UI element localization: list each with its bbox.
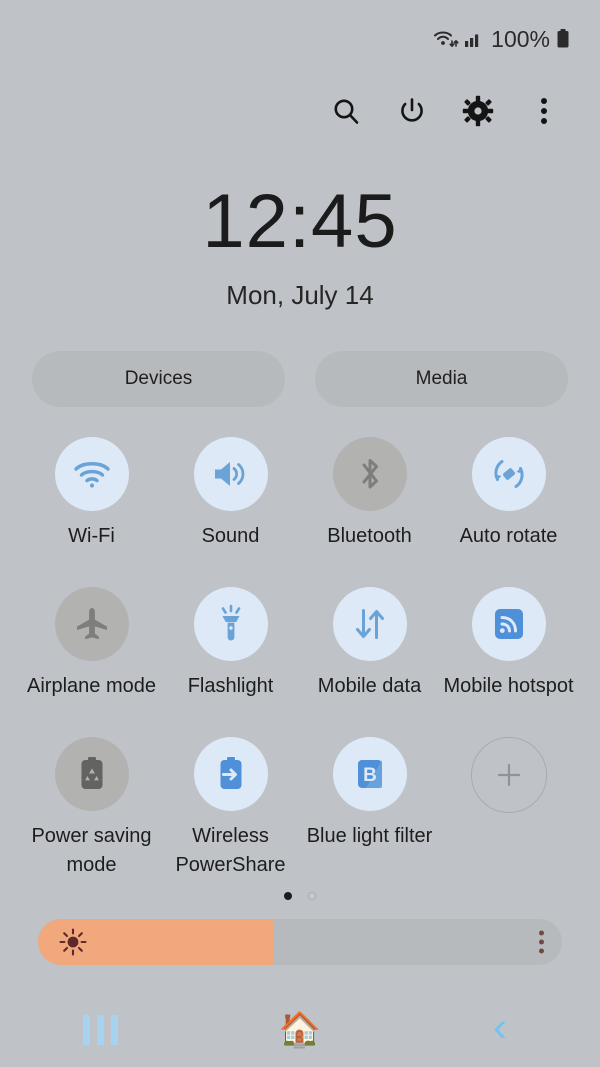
toggle-label: Mobile data xyxy=(317,675,422,698)
toggle-mobile-hotspot[interactable]: Mobile hotspot xyxy=(439,587,578,737)
power-icon[interactable] xyxy=(392,91,432,131)
brightness-slider[interactable] xyxy=(38,919,562,966)
airplane-icon xyxy=(54,587,129,662)
mobile-hotspot-icon xyxy=(471,587,546,662)
brightness-more-options-icon[interactable] xyxy=(539,930,544,954)
toggle-label: Blue light filter xyxy=(306,825,433,848)
battery-full-icon xyxy=(556,28,570,50)
media-button[interactable]: Media xyxy=(315,351,568,408)
back-chevron-icon: ‹ xyxy=(493,1003,507,1050)
toggle-auto-rotate[interactable]: Auto rotate xyxy=(439,437,578,587)
settings-gear-icon[interactable] xyxy=(458,91,498,131)
status-bar: 100% xyxy=(0,0,600,78)
devices-button[interactable]: Devices xyxy=(32,351,285,408)
dot xyxy=(539,939,544,945)
navigation-bar: 🏠 ‹ xyxy=(0,993,600,1067)
power-saving-icon xyxy=(54,737,129,812)
page-dot-inactive[interactable] xyxy=(308,892,316,901)
clock-date: Mon, July 14 xyxy=(226,280,374,311)
back-button[interactable]: ‹ xyxy=(460,1002,540,1058)
toggle-bluetooth[interactable]: Bluetooth xyxy=(300,437,439,587)
add-plus-icon xyxy=(470,737,547,814)
mobile-data-icon xyxy=(332,587,407,662)
page-indicator xyxy=(0,889,600,903)
toggle-flashlight[interactable]: Flashlight xyxy=(161,587,300,737)
toggle-label: Bluetooth xyxy=(327,525,412,548)
toggle-mobile-data[interactable]: Mobile data xyxy=(300,587,439,737)
quick-settings-grid: Wi-Fi Sound Bluetooth Auto rotate Airpla… xyxy=(0,437,600,887)
recents-button[interactable] xyxy=(60,1002,140,1058)
toggle-add-button[interactable] xyxy=(439,737,578,887)
brightness-sun-icon xyxy=(58,927,88,957)
toggle-label: Airplane mode xyxy=(27,675,156,698)
search-icon[interactable] xyxy=(326,91,366,131)
clock-time: 12:45 xyxy=(202,179,398,264)
wifi-icon xyxy=(54,437,129,512)
blue-light-filter-icon: B xyxy=(332,737,407,812)
clock-area[interactable]: 12:45 Mon, July 14 xyxy=(0,179,600,311)
toggle-label: Wireless PowerShare xyxy=(175,825,286,876)
quick-panel-pills: Devices Media xyxy=(0,351,600,408)
dot xyxy=(539,948,544,954)
recents-bars-icon xyxy=(82,1015,118,1045)
bluetooth-icon xyxy=(332,437,407,512)
cellular-signal-icon xyxy=(464,29,483,49)
wifi-with-transfer-icon xyxy=(433,28,459,50)
home-button[interactable]: 🏠 xyxy=(260,1002,340,1058)
svg-text:B: B xyxy=(363,765,377,786)
toggle-wifi[interactable]: Wi-Fi xyxy=(22,437,161,587)
page-dot-active[interactable] xyxy=(284,892,292,901)
toggle-wireless-powershare[interactable]: Wireless PowerShare xyxy=(161,737,300,887)
header-actions xyxy=(0,78,600,144)
toggle-label: Mobile hotspot xyxy=(443,675,574,698)
toggle-power-saving-mode[interactable]: Power saving mode xyxy=(22,737,161,887)
toggle-label: Power saving mode xyxy=(31,825,152,876)
sound-speaker-icon xyxy=(193,437,268,512)
battery-percent-label: 100% xyxy=(491,25,550,52)
toggle-label: Sound xyxy=(201,525,260,548)
wireless-powershare-icon xyxy=(193,737,268,812)
toggle-label: Flashlight xyxy=(187,675,274,698)
toggle-label: Auto rotate xyxy=(459,525,558,548)
auto-rotate-icon xyxy=(471,437,546,512)
toggle-blue-light-filter[interactable]: B Blue light filter xyxy=(300,737,439,887)
flashlight-icon xyxy=(193,587,268,662)
toggle-sound[interactable]: Sound xyxy=(161,437,300,587)
dot xyxy=(539,930,544,936)
toggle-label: Wi-Fi xyxy=(68,525,115,548)
more-options-icon[interactable] xyxy=(524,91,564,131)
home-house-icon: 🏠 xyxy=(278,1011,322,1049)
toggle-airplane-mode[interactable]: Airplane mode xyxy=(22,587,161,737)
